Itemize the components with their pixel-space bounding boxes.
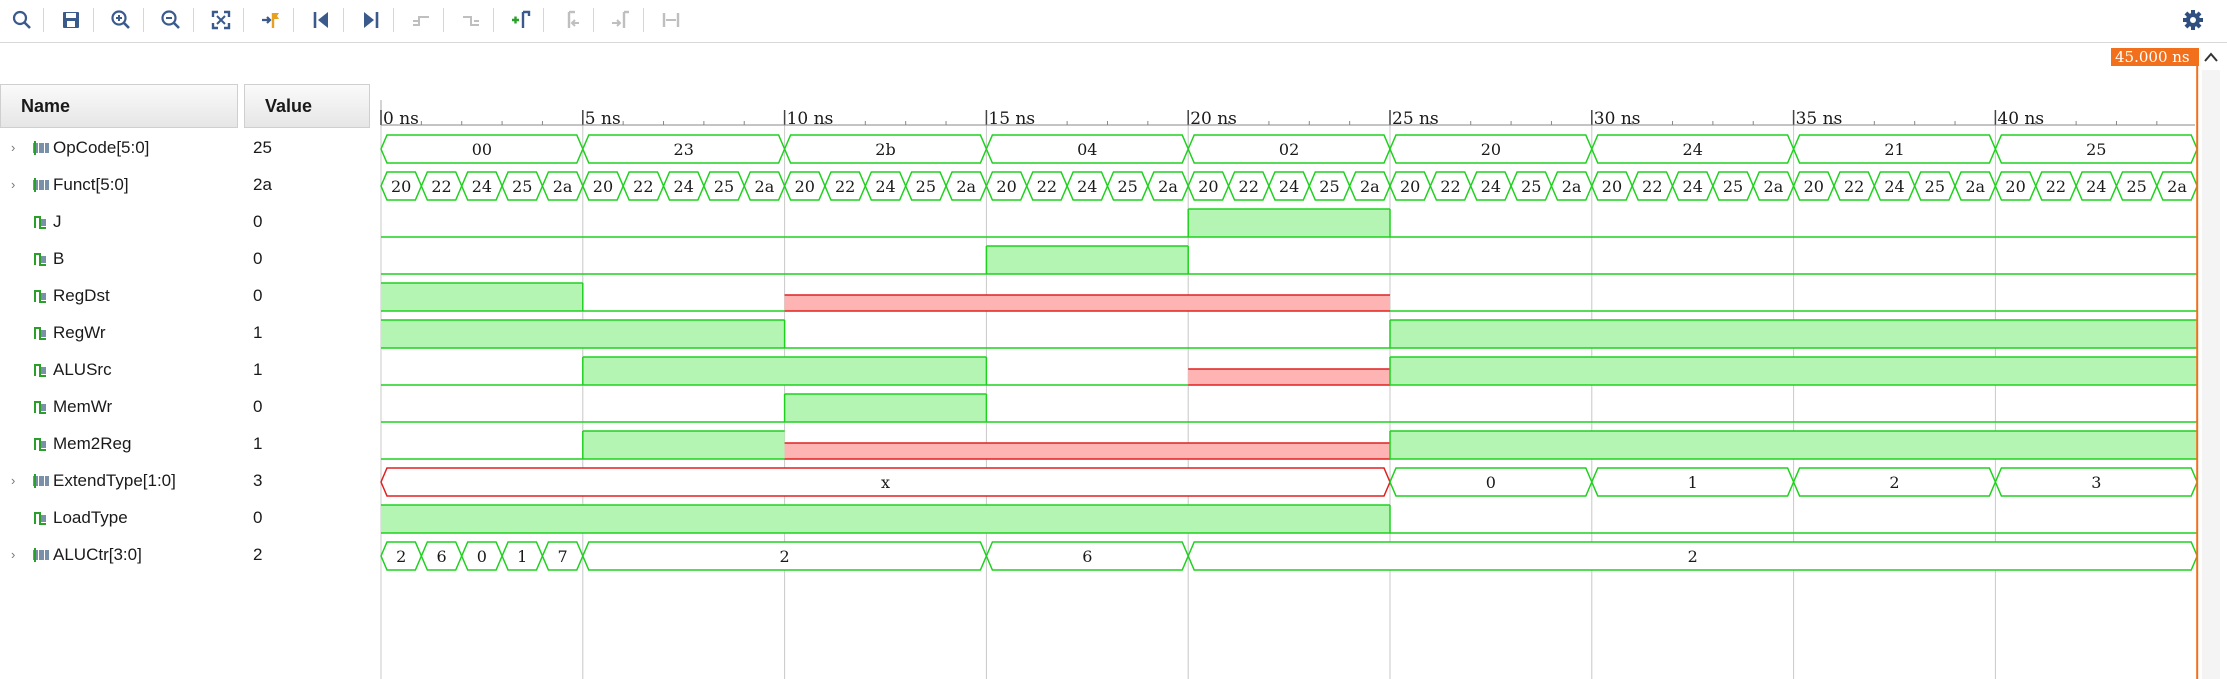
chevron-up-icon <box>2204 52 2218 62</box>
bus-value-label: 20 <box>1602 177 1622 196</box>
bus-value-label: 22 <box>835 177 855 196</box>
bus-value-label: 25 <box>2126 177 2146 196</box>
bus-value-label: 25 <box>1117 177 1137 196</box>
high-level-fill <box>381 505 1390 533</box>
unknown-value-fill <box>1188 369 1390 385</box>
bus-value-label: 24 <box>2086 177 2106 196</box>
bus-value-label: 20 <box>996 177 1016 196</box>
high-level-fill <box>582 357 987 385</box>
time-tick-label: 5 ns <box>585 109 621 129</box>
bus-value-label: 25 <box>512 177 532 196</box>
bus-value-label: 7 <box>558 547 568 566</box>
bus-value-label: 2 <box>780 547 790 566</box>
time-tick-label: 35 ns <box>1796 109 1843 129</box>
bus-value-label: 25 <box>2086 140 2106 159</box>
bus-value-label: 22 <box>1642 177 1662 196</box>
cursor-time-label[interactable]: 45.000 ns <box>2111 48 2199 66</box>
time-tick-label: 40 ns <box>1997 109 2044 129</box>
bus-value-label: 1 <box>517 547 527 566</box>
scroll-up-button[interactable] <box>2199 46 2223 68</box>
bus-value-label: 20 <box>795 177 815 196</box>
time-tick-label: 0 ns <box>383 109 419 129</box>
bus-value-label: 6 <box>1082 547 1092 566</box>
bus-value-label: 20 <box>2005 177 2025 196</box>
unknown-value-fill <box>784 295 1390 311</box>
bus-value-label: 1 <box>1688 473 1698 492</box>
bus-value-label: 22 <box>1037 177 1057 196</box>
time-tick-label: 25 ns <box>1392 109 1439 129</box>
bus-value-label: 24 <box>1077 177 1097 196</box>
bus-value-label: 23 <box>674 140 694 159</box>
bus-value-label: 24 <box>1481 177 1501 196</box>
high-level-fill <box>986 246 1189 274</box>
bus-value-label: 2a <box>553 177 573 196</box>
bus-value-label: 2a <box>1360 177 1380 196</box>
bus-value-label: 25 <box>1723 177 1743 196</box>
bus-value-label: 2a <box>1965 177 1985 196</box>
bus-value-label: 20 <box>1198 177 1218 196</box>
bus-value-label: 24 <box>674 177 694 196</box>
time-tick-label: 20 ns <box>1190 109 1237 129</box>
unknown-value-fill <box>784 443 1390 459</box>
bus-value-label: 20 <box>391 177 411 196</box>
bus-value-label: 25 <box>1925 177 1945 196</box>
time-tick-label: 15 ns <box>988 109 1035 129</box>
bus-value-label: 25 <box>916 177 936 196</box>
time-tick-label: 30 ns <box>1594 109 1641 129</box>
bus-value-label: 2a <box>2167 177 2187 196</box>
bus-value-label: 24 <box>1884 177 1904 196</box>
bus-value-label: 2 <box>1688 547 1698 566</box>
vertical-scrollbar[interactable] <box>2202 70 2220 679</box>
high-level-fill <box>582 431 785 459</box>
bus-value-label: 20 <box>1400 177 1420 196</box>
bus-value-label: 02 <box>1279 140 1299 159</box>
bus-value-label: 2 <box>396 547 406 566</box>
bus-value-label: 25 <box>714 177 734 196</box>
high-level-fill <box>1390 357 2198 385</box>
bus-value-label: 24 <box>472 177 492 196</box>
bus-value-label: 2a <box>1764 177 1784 196</box>
bus-value-label: 25 <box>1521 177 1541 196</box>
bus-value-label: 22 <box>1844 177 1864 196</box>
bus-value-label: 00 <box>472 140 492 159</box>
high-level-fill <box>381 320 785 348</box>
bus-value-label: 20 <box>1804 177 1824 196</box>
bus-value-label: 2a <box>956 177 976 196</box>
bus-value-label: 0 <box>477 547 487 566</box>
bus-value-label: 21 <box>1884 140 1904 159</box>
bus-value-label: 25 <box>1319 177 1339 196</box>
bus-value-label: 22 <box>633 177 653 196</box>
bus-value-label: 24 <box>875 177 895 196</box>
bus-value-label: 2a <box>1158 177 1178 196</box>
bus-value-label: 2b <box>875 140 895 159</box>
bus-value-label: 24 <box>1279 177 1299 196</box>
bus-value-label: 22 <box>431 177 451 196</box>
high-level-fill <box>1188 209 1390 237</box>
bus-value-label: 2a <box>755 177 775 196</box>
bus-value-label: 0 <box>1486 473 1496 492</box>
bus-value-label: 24 <box>1683 140 1703 159</box>
bus-value-label: 22 <box>1440 177 1460 196</box>
high-level-fill <box>1390 320 2198 348</box>
high-level-fill <box>1390 431 2198 459</box>
bus-value-label: 22 <box>1239 177 1259 196</box>
bus-value-label: 04 <box>1077 140 1097 159</box>
bus-value-label: 2a <box>1562 177 1582 196</box>
bus-value-label: 22 <box>2046 177 2066 196</box>
high-level-fill <box>381 283 583 311</box>
bus-value-label: 2 <box>1889 473 1899 492</box>
bus-value-label: 20 <box>1481 140 1501 159</box>
waveform-canvas[interactable]: 0 ns 5 ns 10 ns 15 ns 20 ns 25 ns 30 ns 35 ns 40… <box>0 0 2227 679</box>
bus-value-label: 20 <box>593 177 613 196</box>
time-tick-label: 10 ns <box>787 109 834 129</box>
bus-value-label: x <box>881 473 890 492</box>
bus-value-label: 3 <box>2091 473 2101 492</box>
bus-value-label: 6 <box>436 547 446 566</box>
high-level-fill <box>784 394 987 422</box>
bus-value-label: 24 <box>1683 177 1703 196</box>
